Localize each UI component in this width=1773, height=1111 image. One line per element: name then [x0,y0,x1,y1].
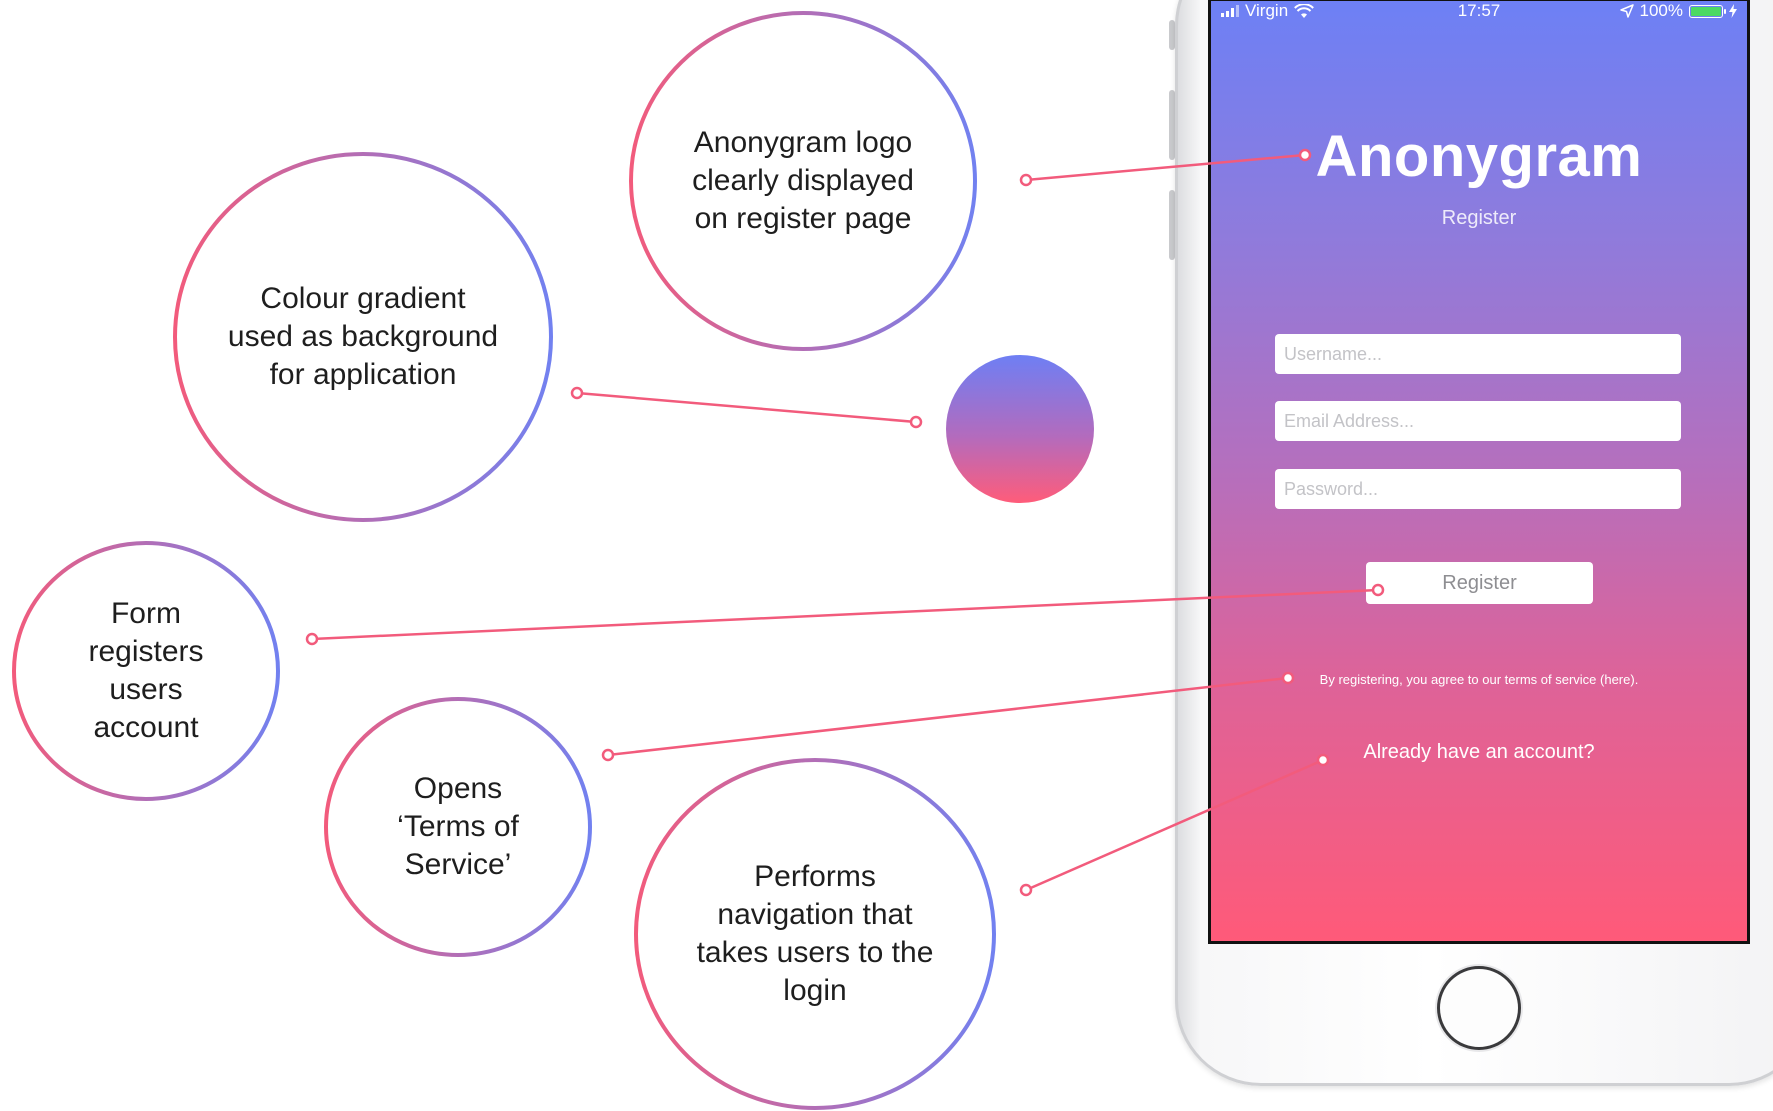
login-link[interactable]: Already have an account? [1211,741,1747,764]
annotation-form: Form registers users account [11,540,281,802]
email-input[interactable] [1275,401,1681,441]
annotation-terms-text: Opens ‘Terms of Service’ [397,772,519,881]
annotation-login: Performs navigation that takes users to … [633,757,997,1111]
annotation-form-text: Form registers users account [88,597,204,744]
annotation-gradient-text: Colour gradient used as background for a… [227,282,499,391]
annotation-logo-text: Anonygram logo clearly displayed on regi… [692,126,914,235]
connector-gradient [576,391,917,424]
location-icon [1619,4,1634,18]
register-button[interactable]: Register [1366,562,1593,604]
status-bar-right: 100% [1619,1,1737,21]
battery-fill [1691,6,1721,16]
page-subtitle: Register [1441,207,1517,229]
annotation-terms: Opens ‘Terms of Service’ [323,696,593,958]
password-input[interactable] [1275,469,1681,509]
battery-percentage: 100% [1639,1,1683,20]
app-logo-title: Anonygram [1315,124,1643,189]
annotation-login-text: Performs navigation that takes users to … [696,860,934,1007]
gradient-swatch [946,355,1094,503]
terms-of-service-link[interactable]: By registering, you agree to our terms o… [1211,672,1747,687]
home-button[interactable] [1437,966,1521,1050]
charging-icon [1729,4,1737,18]
annotation-gradient: Colour gradient used as background for a… [172,151,554,523]
annotation-logo: Anonygram logo clearly displayed on regi… [628,10,978,352]
app-screen: Virgin 17:57 100% Anonygram Register Reg… [1208,0,1750,944]
status-bar: Virgin 17:57 100% [1211,1,1747,25]
username-input[interactable] [1275,334,1681,374]
battery-icon [1689,4,1726,18]
